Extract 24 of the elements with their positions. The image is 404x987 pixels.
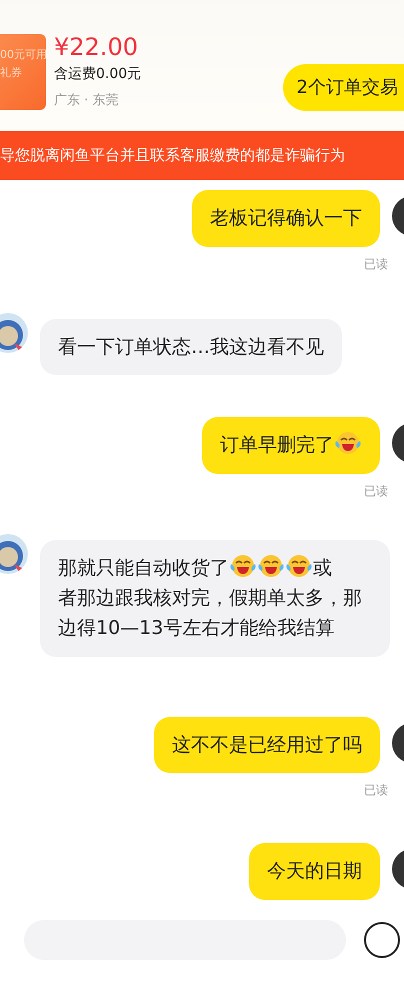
coupon-image: 00元可用 礼券: [0, 34, 46, 110]
shipping-text: 含运费0.00元: [54, 65, 142, 84]
message-text: 或: [313, 556, 332, 579]
crying-laughing-emoji-icon: [257, 554, 285, 578]
read-receipt: 已读: [364, 783, 388, 798]
crying-laughing-emoji-icon: [285, 554, 313, 578]
price-text: ¥22.00: [54, 34, 139, 60]
message-text: 今天的日期: [267, 860, 362, 882]
read-receipt: 已读: [364, 256, 388, 271]
avatar: [0, 312, 28, 353]
location-text: 广东 · 东莞: [54, 92, 120, 110]
read-receipt: 已读: [364, 484, 388, 498]
message-text: 老板记得确认一下: [210, 207, 362, 230]
crying-laughing-emoji-icon: [229, 554, 257, 578]
order-button[interactable]: 2个订单交易: [282, 64, 404, 111]
avatar: [0, 534, 28, 574]
message-text: 订单早删完了: [220, 434, 334, 456]
message-text: 这不不是已经用过了吗: [172, 734, 362, 756]
crying-laughing-emoji-icon: [334, 431, 362, 456]
message-text: 者那边跟我核对完，假期单太多，那边得10—13号左右才能给我结算: [58, 586, 363, 642]
message-text: 看一下订单状态…我这边看不见: [58, 336, 324, 358]
warning-banner: 导您脱离闲鱼平台并且联系客服缴费的都是诈骗行为: [0, 130, 404, 180]
voice-button[interactable]: [364, 922, 400, 958]
message-text: 那就只能自动收货了: [58, 556, 229, 579]
